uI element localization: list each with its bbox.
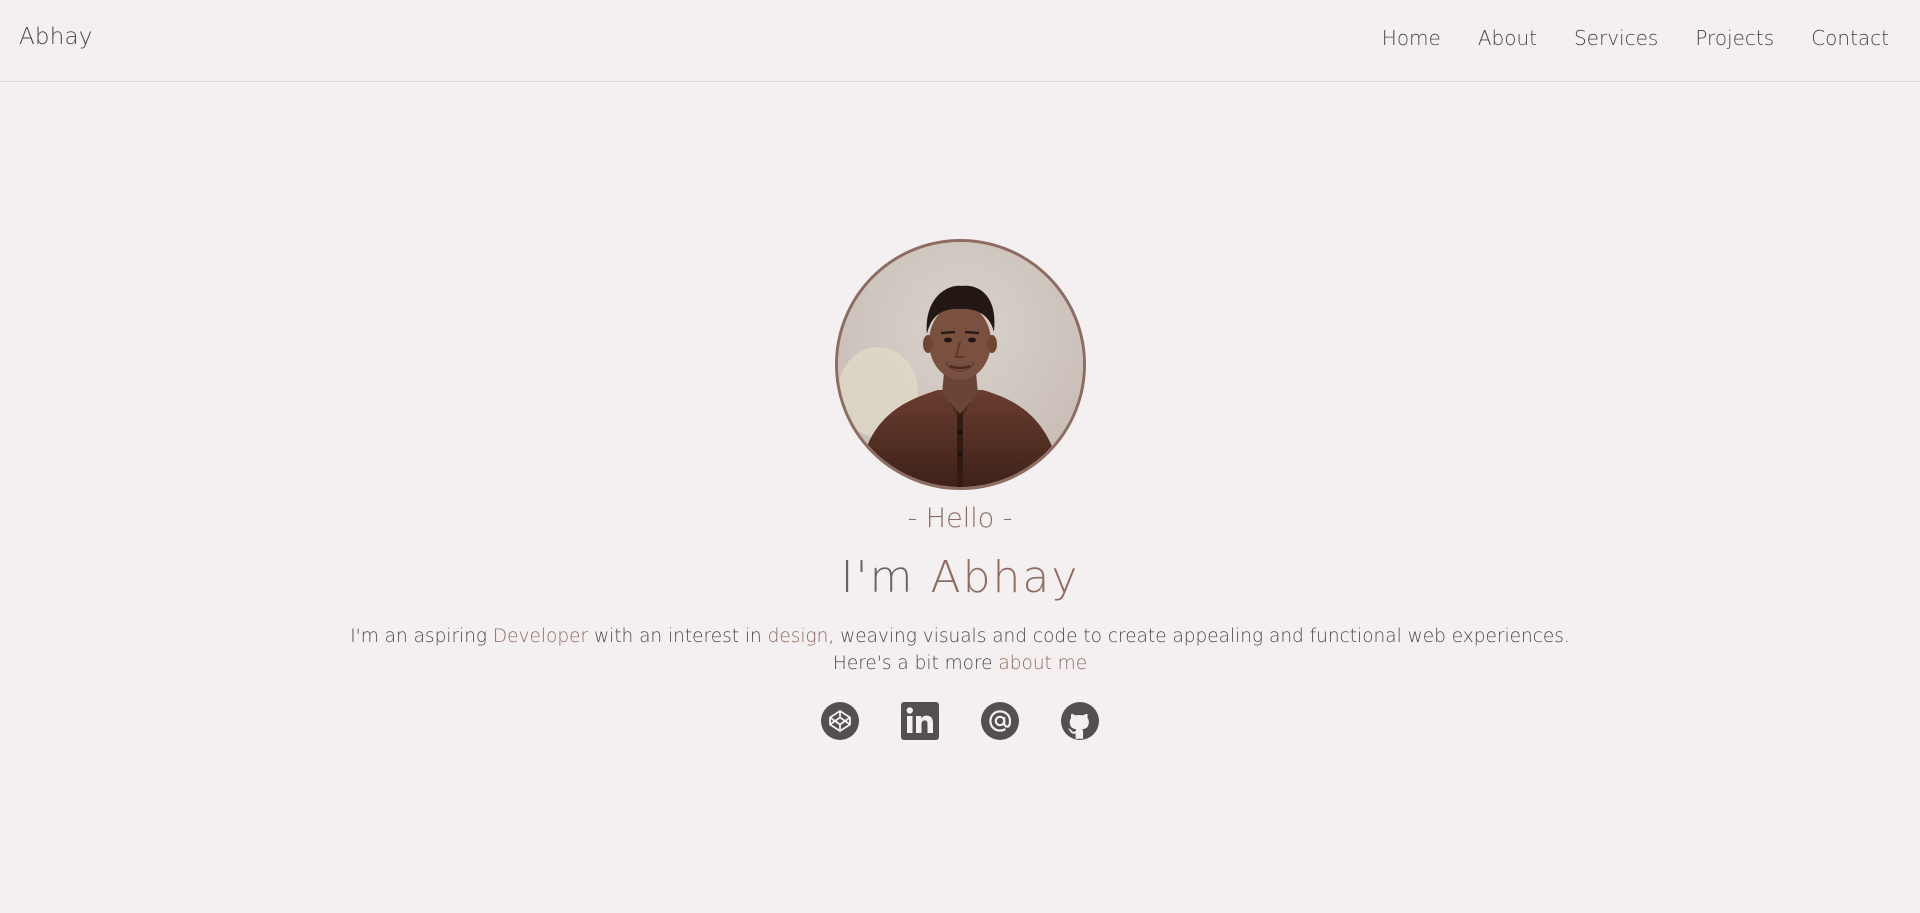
nav-item-projects[interactable]: Projects (1695, 26, 1774, 50)
nav-item-home[interactable]: Home (1382, 26, 1441, 50)
navbar: Abhay Home About Services Projects Conta… (0, 0, 1920, 82)
bio-text-1: I'm an aspiring (350, 626, 493, 647)
bio-text-3: , weaving visuals and code to create app… (828, 626, 1570, 647)
profile-photo-image (837, 242, 1083, 487)
profile-photo (834, 239, 1086, 490)
nav-item-services[interactable]: Services (1574, 26, 1658, 50)
hero-bio: I'm an aspiring Developer with an intere… (0, 623, 1920, 677)
social-links (0, 702, 1920, 740)
headline-name: Abhay (930, 552, 1080, 603)
linkedin-icon[interactable] (901, 702, 939, 740)
nav-item-about[interactable]: About (1478, 26, 1537, 50)
email-at-icon[interactable] (981, 702, 1019, 740)
codepen-icon[interactable] (821, 702, 859, 740)
greeting-text: - Hello - (907, 503, 1013, 534)
developer-link[interactable]: Developer (493, 626, 588, 647)
hero-headline: I'm Abhay (0, 552, 1920, 604)
brand-logo[interactable]: Abhay (19, 24, 93, 50)
github-icon[interactable] (1061, 702, 1099, 740)
bio-line-2: Here's a bit more about me (0, 650, 1920, 677)
design-link[interactable]: design (768, 626, 829, 647)
bio-text-4: Here's a bit more (832, 653, 999, 674)
hero-section: - Hello - I'm Abhay I'm an aspiring Deve… (0, 239, 1920, 740)
nav-menu: Home About Services Projects Contact (1382, 26, 1889, 50)
bio-line-1: I'm an aspiring Developer with an intere… (0, 623, 1920, 650)
nav-item-contact[interactable]: Contact (1811, 26, 1889, 50)
about-me-link[interactable]: about me (998, 653, 1087, 674)
bio-text-2: with an interest in (588, 626, 768, 647)
headline-prefix: I'm (840, 552, 931, 603)
